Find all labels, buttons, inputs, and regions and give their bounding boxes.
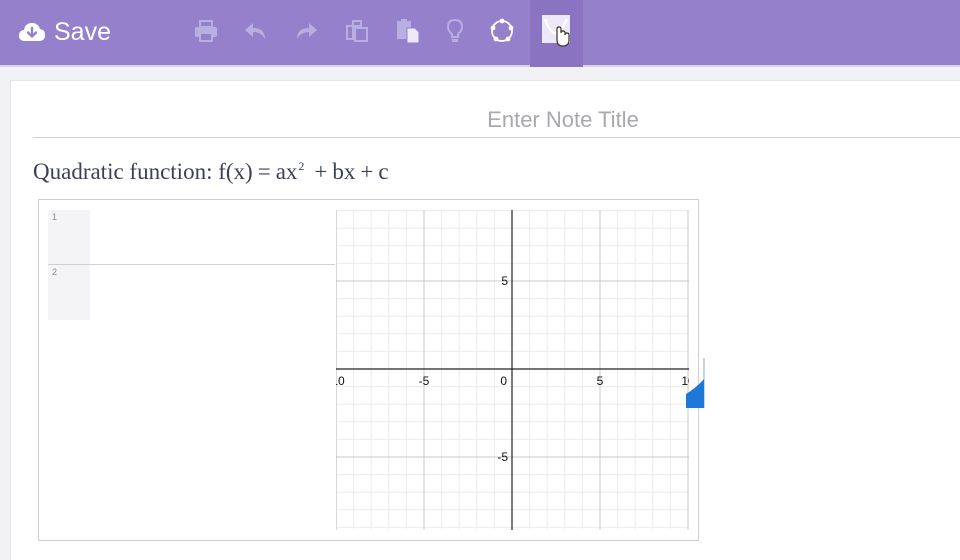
cloud-download-icon — [19, 23, 45, 41]
formula-text[interactable]: Quadratic function: f(x) = ax2 + bx + c — [33, 159, 389, 185]
undo-icon — [245, 23, 265, 39]
redo-button[interactable] — [292, 16, 320, 46]
toolbar: Save — [0, 0, 960, 67]
copy-icon — [346, 20, 368, 42]
formula-prefix: Quadratic function: — [33, 159, 219, 184]
copy-button[interactable] — [343, 16, 371, 46]
paste-button[interactable] — [394, 16, 422, 46]
circle-dots-icon — [490, 18, 514, 42]
graph-calculator-icon — [542, 15, 570, 47]
x-tick-label: 0 — [500, 374, 507, 388]
note-page: Quadratic function: f(x)=ax2+bx+c 1 2 -1… — [10, 80, 960, 560]
paste-icon — [397, 19, 420, 44]
hint-button[interactable] — [441, 16, 469, 46]
formula-fx: f(x) — [218, 159, 253, 184]
expression-row[interactable]: 2 — [48, 265, 337, 320]
save-button[interactable]: Save — [18, 14, 111, 50]
formula-c: c — [378, 159, 389, 184]
x-tick-label: -5 — [419, 374, 430, 388]
graph-calculator-button[interactable] — [540, 13, 574, 49]
formula-ax: ax — [275, 159, 298, 184]
formula-equals: = — [257, 159, 271, 184]
formula-plus-1: + — [314, 159, 328, 184]
undo-button[interactable] — [242, 16, 270, 46]
note-title-input[interactable] — [33, 102, 960, 138]
print-icon — [195, 20, 217, 42]
graph-area[interactable]: -10-505105-5 — [336, 210, 689, 530]
graphing-calculator[interactable]: 1 2 -10-505105-5 — [38, 199, 699, 541]
formula-bx: bx — [332, 159, 356, 184]
x-tick-label: -10 — [336, 374, 345, 388]
print-button[interactable] — [192, 16, 220, 46]
x-tick-label: 5 — [597, 374, 604, 388]
y-tick-label: 5 — [501, 274, 508, 288]
expression-row-number: 1 — [52, 212, 58, 222]
expression-row[interactable]: 1 — [48, 210, 337, 265]
graph-canvas[interactable]: -10-505105-5 — [336, 210, 689, 530]
redo-icon — [297, 23, 317, 39]
expression-row-number: 2 — [52, 267, 58, 277]
expression-list: 1 2 — [48, 210, 337, 530]
y-tick-label: -5 — [497, 450, 508, 464]
shape-tool-button[interactable] — [488, 16, 516, 46]
formula-plus-2: + — [360, 159, 374, 184]
save-label: Save — [54, 17, 111, 46]
formula-exponent: 2 — [298, 159, 305, 173]
lightbulb-icon — [446, 18, 464, 42]
panel-resize-handle[interactable] — [686, 358, 705, 408]
